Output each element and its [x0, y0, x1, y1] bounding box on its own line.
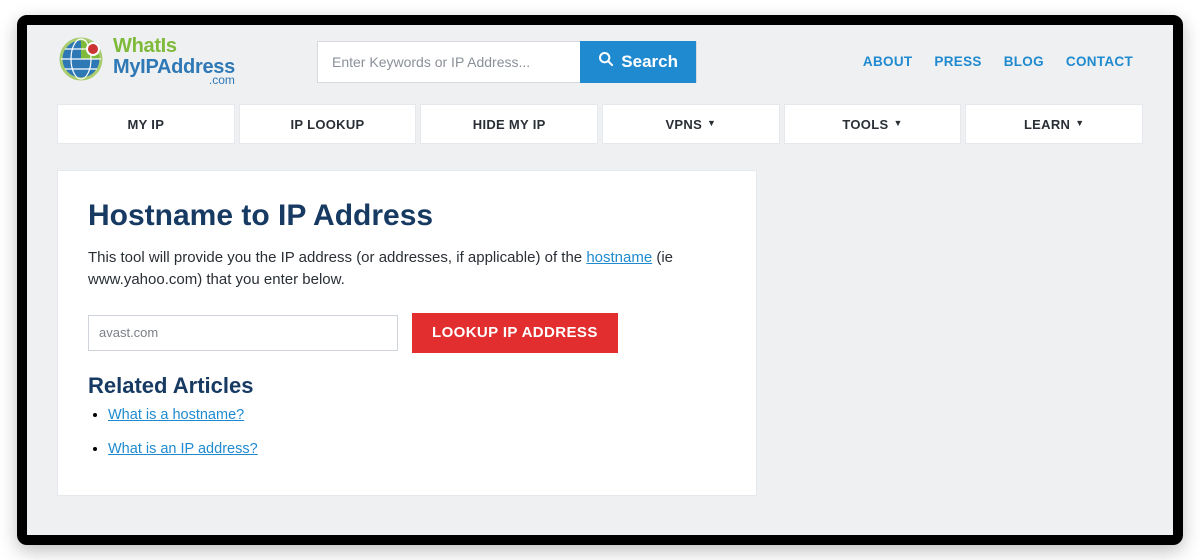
tab-label: TOOLS: [842, 117, 888, 132]
related-link-ip-address[interactable]: What is an IP address?: [108, 441, 258, 457]
top-nav: ABOUT PRESS BLOG CONTACT: [863, 54, 1143, 69]
page-lead: This tool will provide you the IP addres…: [88, 247, 726, 291]
nav-contact[interactable]: CONTACT: [1066, 54, 1133, 69]
tab-tools[interactable]: TOOLS ▼: [784, 104, 962, 144]
tab-learn[interactable]: LEARN ▼: [965, 104, 1143, 144]
nav-press[interactable]: PRESS: [934, 54, 981, 69]
tab-vpns[interactable]: VPNS ▼: [602, 104, 780, 144]
nav-blog[interactable]: BLOG: [1004, 54, 1044, 69]
site-search: Search: [317, 41, 697, 83]
chevron-down-icon: ▼: [1075, 118, 1084, 128]
page-title: Hostname to IP Address: [88, 199, 726, 233]
search-icon: [598, 51, 614, 72]
tab-ip-lookup[interactable]: IP LOOKUP: [239, 104, 417, 144]
lookup-ip-button[interactable]: LOOKUP IP ADDRESS: [412, 313, 618, 353]
header: WhatIs MyIPAddress .com Search: [27, 25, 1173, 96]
lookup-form: LOOKUP IP ADDRESS: [88, 313, 726, 353]
tab-label: LEARN: [1024, 117, 1070, 132]
search-button-label: Search: [621, 52, 678, 72]
tab-my-ip[interactable]: MY IP: [57, 104, 235, 144]
search-input[interactable]: [318, 42, 580, 82]
tab-label: VPNS: [665, 117, 702, 132]
app-window: WhatIs MyIPAddress .com Search: [17, 15, 1183, 545]
lead-text-pre: This tool will provide you the IP addres…: [88, 249, 586, 266]
chevron-down-icon: ▼: [707, 118, 716, 128]
related-link-hostname[interactable]: What is a hostname?: [108, 407, 244, 423]
logo-text: WhatIs MyIPAddress .com: [113, 36, 235, 87]
hostname-input[interactable]: [88, 315, 398, 351]
nav-about[interactable]: ABOUT: [863, 54, 913, 69]
tab-label: IP LOOKUP: [291, 117, 365, 132]
related-articles-list: What is a hostname? What is an IP addres…: [108, 407, 726, 457]
hostname-link[interactable]: hostname: [586, 249, 652, 266]
tab-label: MY IP: [128, 117, 165, 132]
list-item: What is an IP address?: [108, 441, 726, 457]
search-button[interactable]: Search: [580, 41, 696, 83]
chevron-down-icon: ▼: [893, 118, 902, 128]
globe-icon: [57, 35, 105, 88]
main-nav: MY IP IP LOOKUP HIDE MY IP VPNS ▼ TOOLS …: [27, 104, 1173, 144]
related-articles-heading: Related Articles: [88, 373, 726, 399]
main-content: Hostname to IP Address This tool will pr…: [57, 170, 757, 496]
tab-label: HIDE MY IP: [473, 117, 546, 132]
tab-hide-my-ip[interactable]: HIDE MY IP: [420, 104, 598, 144]
list-item: What is a hostname?: [108, 407, 726, 423]
site-logo[interactable]: WhatIs MyIPAddress .com: [57, 35, 297, 88]
